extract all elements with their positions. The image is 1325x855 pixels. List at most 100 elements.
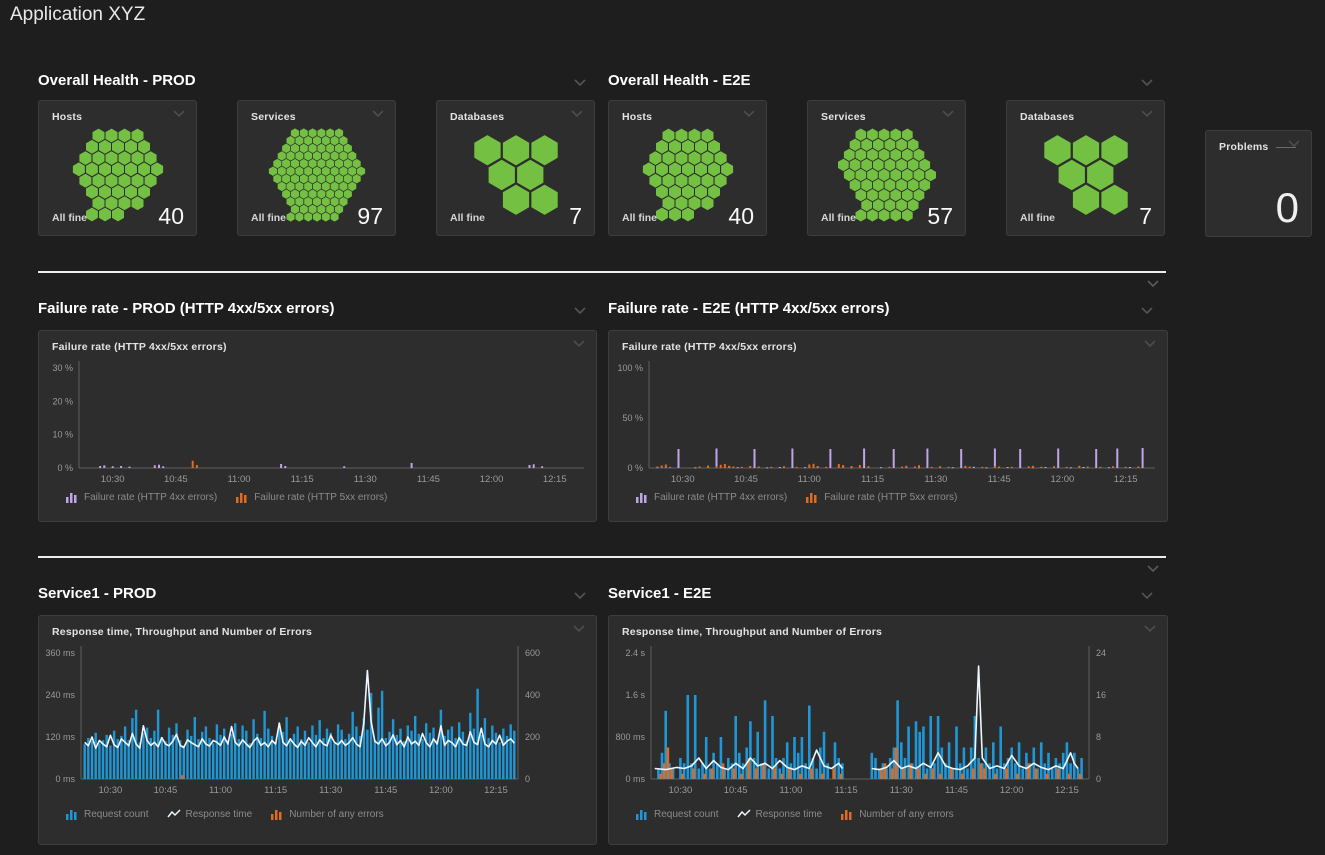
svg-text:11:15: 11:15: [264, 785, 287, 796]
legend-item[interactable]: Number of any errors: [270, 808, 383, 820]
svg-text:100 %: 100 %: [617, 363, 643, 373]
failure-rate-prod-chart[interactable]: Failure rate (HTTP 4xx/5xx errors) 0 %10…: [38, 330, 597, 522]
chevron-down-icon[interactable]: [573, 591, 587, 601]
status-text: All fine: [251, 212, 286, 224]
health-tile-hosts-e2e[interactable]: Hosts All fine 40: [608, 100, 767, 236]
svg-text:11:45: 11:45: [417, 474, 440, 485]
health-tile-databases-e2e[interactable]: Databases All fine 7: [1006, 100, 1165, 236]
svg-text:12:00: 12:00: [480, 474, 504, 485]
svg-text:12:15: 12:15: [1055, 785, 1079, 796]
health-tile-databases-prod[interactable]: Databases All fine 7: [436, 100, 595, 236]
chevron-down-icon[interactable]: [172, 109, 186, 119]
legend-label: Number of any errors: [859, 809, 953, 820]
svg-text:50 %: 50 %: [622, 413, 643, 423]
legend-item[interactable]: Failure rate (HTTP 4xx errors): [635, 491, 787, 503]
svg-text:0: 0: [525, 774, 530, 784]
svg-text:11:00: 11:00: [227, 474, 250, 485]
health-tile-services-e2e[interactable]: Services All fine 57: [807, 100, 966, 236]
entity-count: 40: [728, 203, 754, 230]
failure-rate-e2e-chart[interactable]: Failure rate (HTTP 4xx/5xx errors) 0 %50…: [608, 330, 1168, 522]
tile-label: Databases: [1020, 111, 1074, 123]
svg-text:0 ms: 0 ms: [625, 774, 645, 784]
chevron-down-icon[interactable]: [371, 109, 385, 119]
svg-text:12:15: 12:15: [543, 474, 567, 485]
svg-text:11:00: 11:00: [798, 474, 821, 485]
chevron-down-icon[interactable]: [1140, 591, 1154, 601]
entity-count: 57: [927, 203, 953, 230]
service1-e2e-chart[interactable]: Response time, Throughput and Number of …: [608, 615, 1168, 845]
chevron-down-icon[interactable]: [1146, 279, 1160, 289]
chevron-down-icon[interactable]: [941, 109, 955, 119]
legend-label: Response time: [756, 809, 823, 820]
svg-text:400: 400: [525, 690, 540, 700]
chevron-down-icon[interactable]: [573, 306, 587, 316]
bar-series-icon: [270, 808, 284, 820]
bar-series-icon: [65, 808, 79, 820]
svg-text:11:30: 11:30: [890, 785, 913, 796]
chevron-down-icon[interactable]: [1140, 109, 1154, 119]
svg-text:11:00: 11:00: [779, 785, 802, 796]
line-series-icon: [737, 808, 751, 820]
chevron-down-icon[interactable]: [1140, 78, 1154, 88]
bar-series-icon: [840, 808, 854, 820]
line-series-icon: [167, 808, 181, 820]
chevron-down-icon[interactable]: [570, 109, 584, 119]
bar-series-icon: [65, 491, 79, 503]
health-tile-services-prod[interactable]: Services All fine 97: [237, 100, 396, 236]
svg-text:11:30: 11:30: [924, 474, 947, 485]
svg-text:0 %: 0 %: [57, 463, 73, 473]
entity-count: 7: [569, 203, 582, 230]
svg-text:200: 200: [525, 732, 540, 742]
chevron-down-icon[interactable]: [1287, 139, 1301, 149]
svg-text:0 %: 0 %: [627, 463, 643, 473]
legend-item[interactable]: Request count: [65, 808, 149, 820]
svg-text:24: 24: [1096, 648, 1106, 658]
svg-text:11:15: 11:15: [835, 785, 858, 796]
svg-text:12:15: 12:15: [1114, 474, 1138, 485]
status-text: All fine: [821, 212, 856, 224]
legend-item[interactable]: Response time: [737, 808, 823, 820]
page-title: Application XYZ: [10, 4, 145, 26]
svg-text:12:00: 12:00: [1051, 474, 1075, 485]
svg-text:12:00: 12:00: [1000, 785, 1024, 796]
legend-item[interactable]: Failure rate (HTTP 5xx errors): [235, 491, 387, 503]
legend-item[interactable]: Number of any errors: [840, 808, 953, 820]
chevron-down-icon[interactable]: [742, 109, 756, 119]
service1-prod-chart[interactable]: Response time, Throughput and Number of …: [38, 615, 597, 845]
row-divider: [38, 271, 1166, 273]
svg-text:30 %: 30 %: [52, 363, 73, 373]
legend-label: Response time: [186, 809, 253, 820]
problems-tile[interactable]: Problems 0: [1205, 130, 1312, 237]
bar-series-icon: [635, 491, 649, 503]
hexagon-cluster-svg: [453, 127, 579, 223]
svg-text:0: 0: [1096, 774, 1101, 784]
status-text: All fine: [450, 212, 485, 224]
entity-count: 40: [158, 203, 184, 230]
legend-item[interactable]: Failure rate (HTTP 4xx errors): [65, 491, 217, 503]
legend-item[interactable]: Response time: [167, 808, 253, 820]
svg-text:10:30: 10:30: [669, 785, 693, 796]
legend-label: Number of any errors: [289, 809, 383, 820]
health-tile-hosts-prod[interactable]: Hosts All fine 40: [38, 100, 197, 236]
svg-text:10:30: 10:30: [101, 474, 125, 485]
chevron-down-icon[interactable]: [573, 78, 587, 88]
section-title-service-e2e: Service1 - E2E: [608, 585, 711, 602]
svg-text:12:00: 12:00: [429, 785, 453, 796]
entity-count: 7: [1139, 203, 1152, 230]
tile-label: Services: [251, 111, 296, 123]
tile-label: Hosts: [52, 111, 82, 123]
svg-text:2.4 s: 2.4 s: [625, 648, 645, 658]
section-title-failure-prod: Failure rate - PROD (HTTP 4xx/5xx errors…: [38, 300, 335, 317]
svg-text:20 %: 20 %: [52, 396, 73, 406]
status-text: All fine: [622, 212, 657, 224]
entity-count: 97: [357, 203, 383, 230]
bar-series-icon: [635, 808, 649, 820]
bar-series-icon: [235, 491, 249, 503]
legend-item[interactable]: Request count: [635, 808, 719, 820]
legend-item[interactable]: Failure rate (HTTP 5xx errors): [805, 491, 957, 503]
status-text: All fine: [1020, 212, 1055, 224]
chart-legend: Failure rate (HTTP 4xx errors) Failure ra…: [635, 491, 957, 503]
chevron-down-icon[interactable]: [1140, 306, 1154, 316]
svg-text:360 ms: 360 ms: [45, 648, 75, 658]
chevron-down-icon[interactable]: [1146, 564, 1160, 574]
